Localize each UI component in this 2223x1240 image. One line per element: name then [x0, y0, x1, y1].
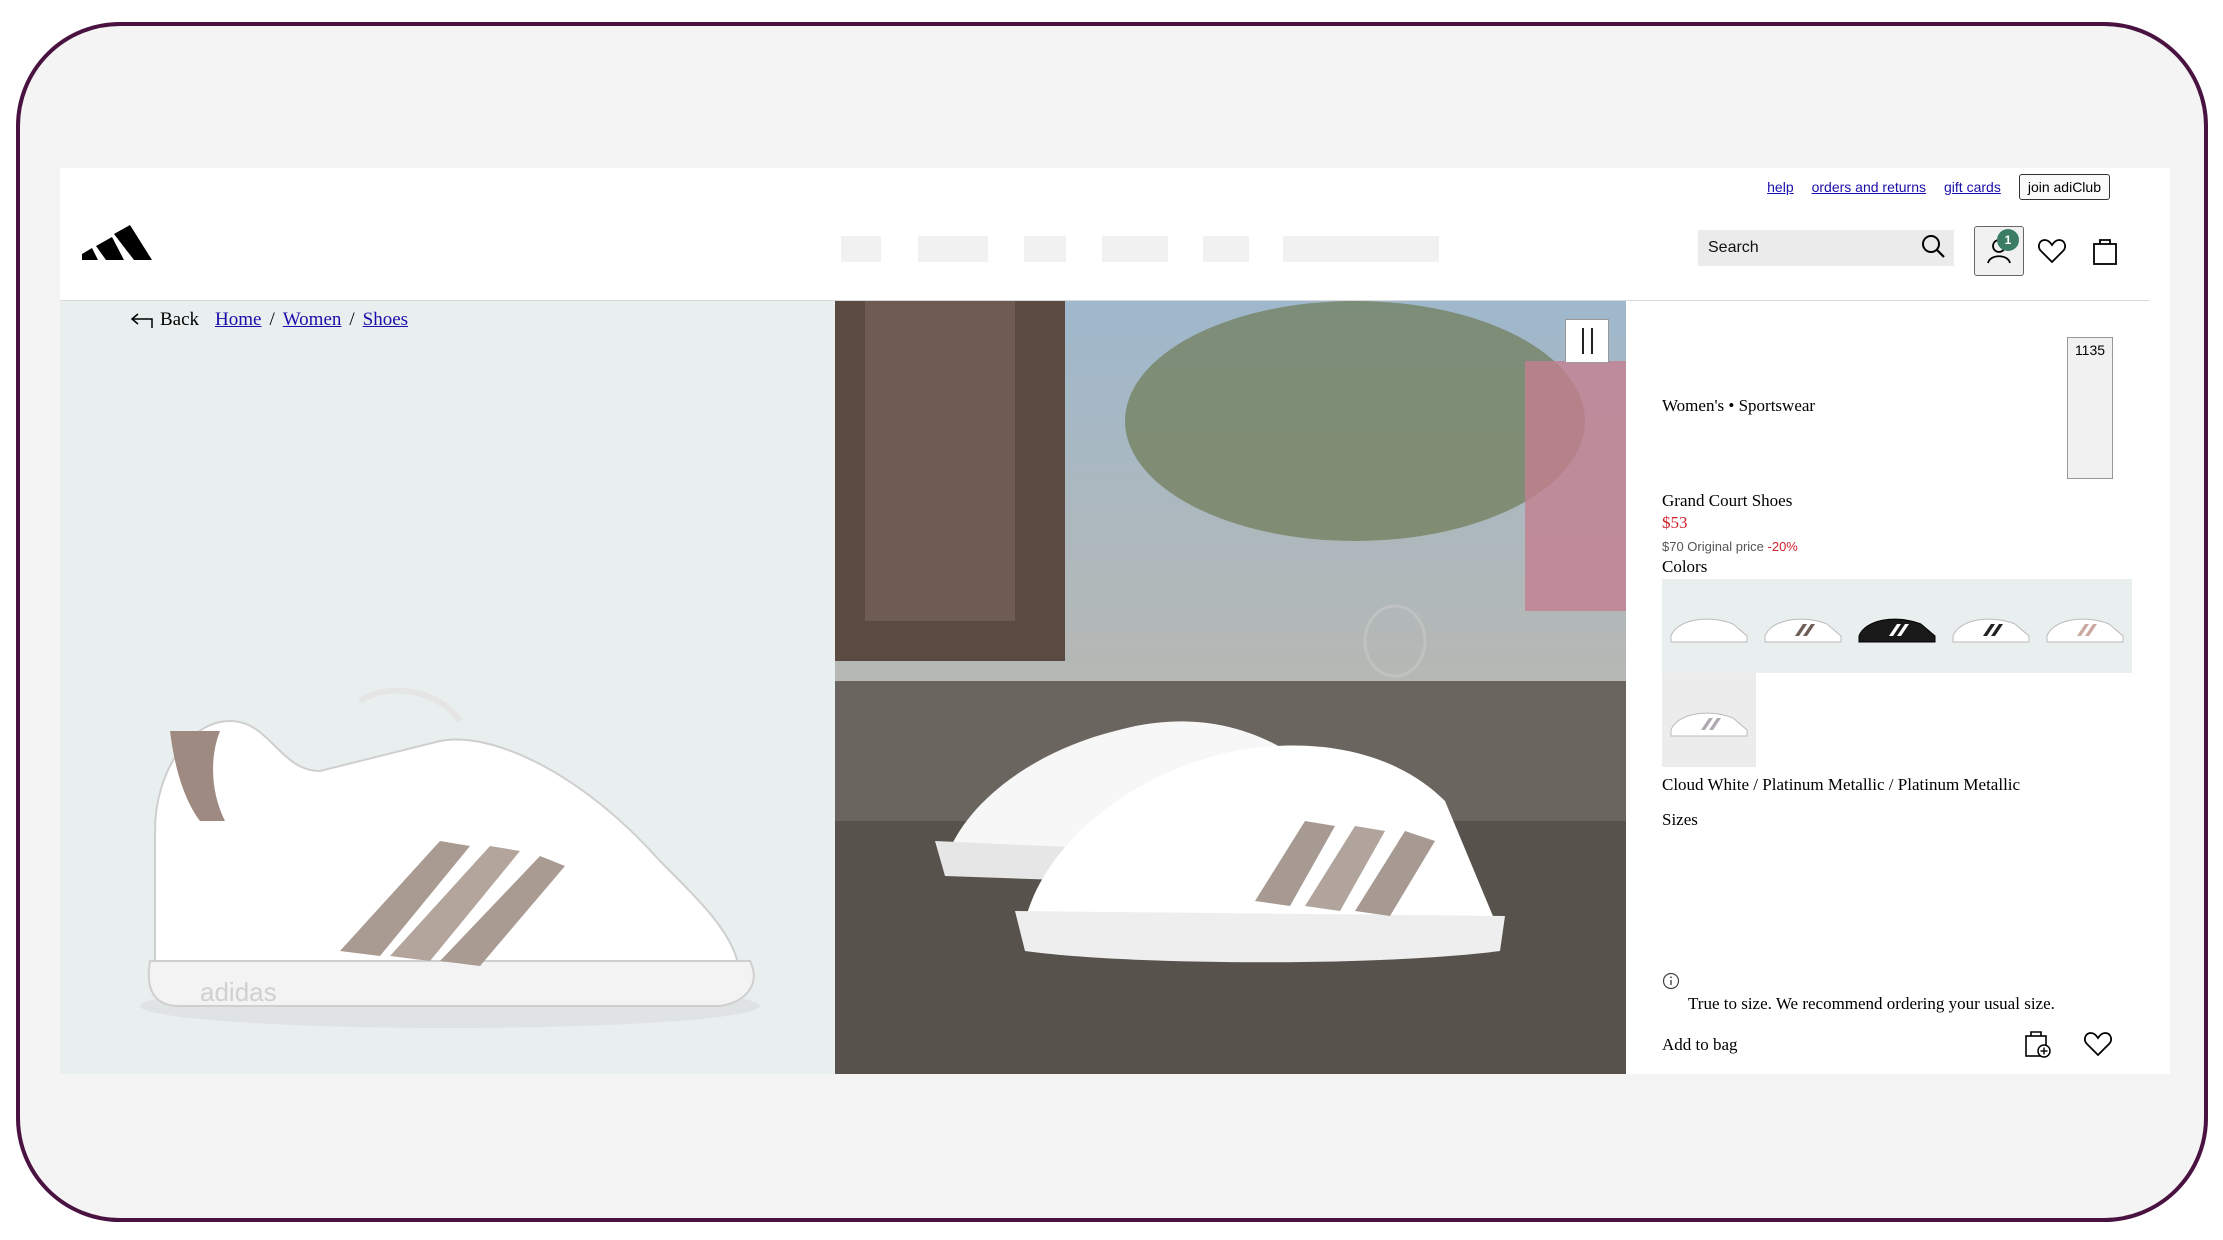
pause-icon [1581, 328, 1584, 354]
add-to-bag-icon-button[interactable] [2018, 1024, 2058, 1064]
add-to-wishlist-button[interactable] [2078, 1024, 2118, 1064]
product-category: Women's • Sportswear [1662, 396, 1816, 415]
orders-returns-link[interactable]: orders and returns [1812, 179, 1926, 195]
shoe-side-image: adidas [140, 687, 760, 1028]
search-bar[interactable] [1698, 230, 1954, 266]
review-count-box: 1135 [2067, 337, 2113, 479]
pause-icon [1590, 328, 1593, 354]
product-title: Grand Court Shoes [1662, 491, 1793, 510]
color-swatch[interactable] [1756, 579, 1850, 673]
nav-item[interactable] [1102, 236, 1168, 262]
window-frame: help orders and returns gift cards join … [16, 22, 2208, 1222]
discount-badge: -20% [1767, 539, 1798, 554]
search-icon[interactable] [1920, 233, 1946, 264]
bag-button[interactable] [2080, 226, 2130, 276]
product-details: 1135 Women's • Sportswear Grand Court Sh… [1626, 301, 2170, 1074]
selected-color-name: Cloud White / Platinum Metallic / Platin… [1662, 775, 2021, 794]
product-video[interactable] [835, 301, 1626, 1074]
colors-label: Colors [1662, 557, 1708, 576]
original-price: $70 Original price [1662, 539, 1764, 554]
nav-item[interactable] [1283, 236, 1439, 262]
bag-plus-icon [2025, 1031, 2051, 1058]
shoe-lifestyle-image [835, 301, 1626, 1074]
color-swatch[interactable] [1850, 579, 1944, 673]
add-to-bag-button[interactable]: Add to bag [1662, 1035, 1738, 1055]
heart-icon [2084, 1032, 2112, 1057]
product-page: help orders and returns gift cards join … [60, 168, 2170, 1074]
nav-item[interactable] [918, 236, 988, 262]
gift-cards-link[interactable]: gift cards [1944, 179, 2001, 195]
account-notification-badge: 1 [1997, 229, 2019, 251]
color-swatches [1662, 579, 2132, 673]
color-swatch[interactable] [1662, 579, 1756, 673]
svg-text:adidas: adidas [200, 977, 277, 1007]
pause-video-button[interactable] [1565, 319, 1609, 363]
product-image-main[interactable]: Back Home / Women / Shoes adidas [60, 301, 835, 1074]
nav-item[interactable] [1024, 236, 1066, 262]
color-swatch[interactable] [1944, 579, 2038, 673]
account-button[interactable]: 1 [1974, 226, 2024, 276]
utility-bar: help orders and returns gift cards join … [1767, 174, 2110, 200]
color-swatch-selected[interactable] [1662, 673, 1756, 767]
nav-item[interactable] [1203, 236, 1249, 262]
heart-icon [2038, 239, 2066, 264]
sale-price: $53 [1662, 513, 1688, 532]
nav-item[interactable] [841, 236, 881, 262]
fit-note: True to size. We recommend ordering your… [1688, 994, 2055, 1013]
join-adiclub-button[interactable]: join adiClub [2018, 174, 2110, 200]
search-input[interactable] [1708, 239, 1920, 257]
help-link[interactable]: help [1767, 179, 1793, 195]
original-price-row: $70 Original price -20% [1662, 539, 1798, 554]
shopping-bag-icon [2093, 239, 2117, 265]
color-swatch[interactable] [2038, 579, 2132, 673]
wishlist-button[interactable] [2027, 226, 2077, 276]
info-icon [1662, 972, 1680, 995]
sizes-label: Sizes [1662, 810, 1698, 829]
